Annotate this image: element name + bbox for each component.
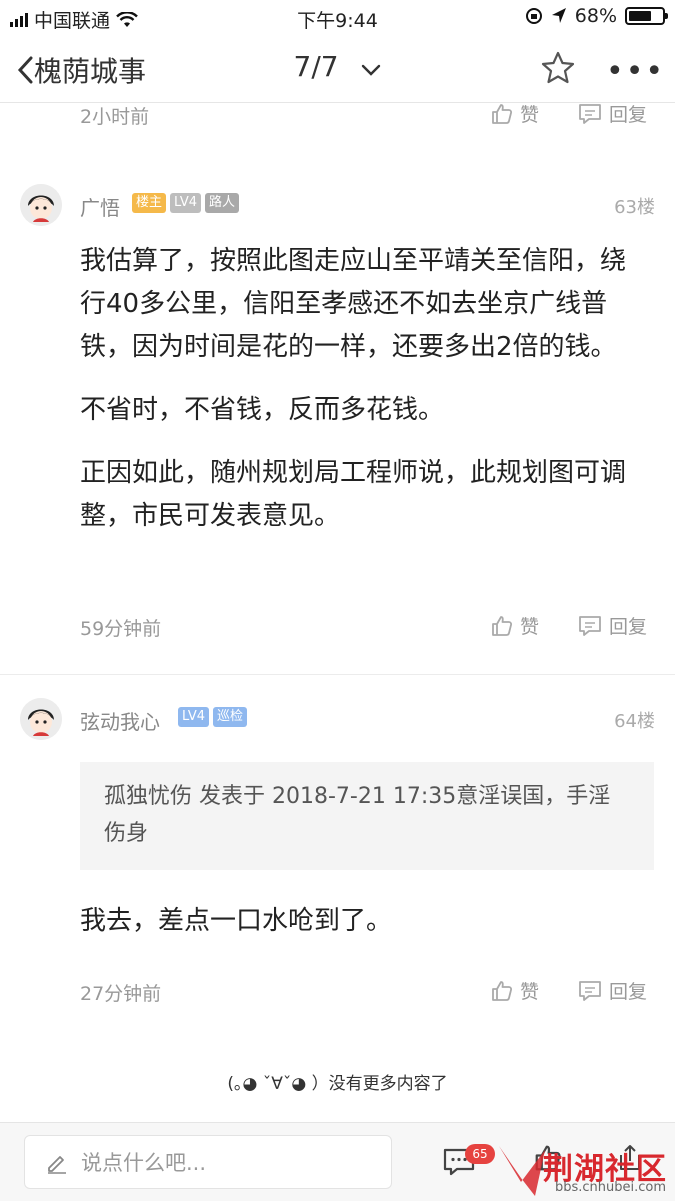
badge: LV4	[170, 193, 201, 213]
comment-icon	[579, 103, 601, 124]
badge: 路人	[205, 193, 240, 213]
avatar[interactable]	[20, 698, 62, 740]
post-paragraph: 我估算了，按照此图走应山至平靖关至信阳，绕行40多公里，信阳至孝感还不如去坐京广…	[80, 246, 627, 362]
prev-post-meta: 2小时前 赞 回复	[80, 102, 655, 132]
post-header: 广悟 楼主 LV4 路人 63楼	[20, 184, 655, 228]
post-meta: 27分钟前 赞 回复	[80, 979, 655, 1009]
reply-button[interactable]: 回复	[577, 612, 647, 639]
post-time: 2小时前	[80, 106, 150, 128]
navigation-bar: 槐荫城事 7/7 •••	[0, 36, 675, 103]
floor-number: 64楼	[614, 711, 655, 732]
badge: 巡检	[212, 707, 247, 727]
avatar[interactable]	[20, 184, 62, 226]
badge: LV4	[178, 707, 209, 727]
page-indicator: 7/7	[293, 50, 339, 83]
rotation-lock-icon	[525, 8, 542, 24]
avatar-face-icon	[20, 184, 62, 226]
end-of-list-text: (｡◕ ˇ∀ˇ◕ ）没有更多内容了	[227, 1074, 448, 1094]
location-icon	[551, 8, 566, 23]
pencil-icon	[48, 1156, 66, 1174]
user-badges: 楼主 LV4 路人	[132, 193, 240, 213]
username[interactable]: 广悟	[80, 192, 120, 221]
post-content: 我估算了，按照此图走应山至平靖关至信阳，绕行40多公里，信阳至孝感还不如去坐京广…	[80, 240, 640, 538]
quoted-reply: 孤独忧伤 发表于 2018-7-21 17:35意淫误国，手淫伤身	[80, 762, 654, 870]
comment-placeholder: 说点什么吧...	[81, 1151, 207, 1175]
reply-button[interactable]: 回复	[577, 100, 647, 127]
comment-count-badge: 65	[465, 1144, 495, 1164]
thumbs-up-icon	[492, 615, 513, 636]
like-button[interactable]: 赞	[490, 977, 539, 1004]
site-logo-icon	[499, 1146, 545, 1196]
post-paragraph: 我去，差点一口水呛到了。	[80, 906, 393, 936]
post-paragraph: 不省时，不省钱，反而多花钱。	[80, 395, 445, 425]
comment-icon	[579, 980, 601, 1001]
battery-level	[629, 11, 651, 21]
battery-icon	[625, 7, 668, 25]
reply-button[interactable]: 回复	[577, 977, 647, 1004]
status-bar: 中国联通 下午9:44 68%	[0, 0, 675, 36]
post-time: 27分钟前	[80, 983, 162, 1005]
post-time: 59分钟前	[80, 618, 162, 640]
thumbs-up-icon	[492, 103, 513, 124]
post-content: 我去，差点一口水呛到了。	[80, 900, 640, 943]
divider	[0, 674, 675, 675]
floor-number: 63楼	[614, 197, 655, 218]
more-options-icon[interactable]: •••	[606, 54, 665, 89]
post-header: 弦动我心 LV4 巡检 64楼	[20, 698, 655, 742]
username[interactable]: 弦动我心	[80, 706, 160, 735]
site-watermark: 荆湖社区 bbs.cnhubei.com	[495, 1142, 675, 1200]
comment-icon	[579, 615, 601, 636]
chevron-down-icon	[362, 64, 381, 76]
thumbs-up-icon	[492, 980, 513, 1001]
post-meta: 59分钟前 赞 回复	[80, 614, 655, 644]
comment-input[interactable]: 说点什么吧...	[24, 1135, 392, 1189]
avatar-face-icon	[20, 698, 62, 740]
battery-percent: 68%	[574, 5, 617, 27]
like-button[interactable]: 赞	[490, 100, 539, 127]
like-button[interactable]: 赞	[490, 612, 539, 639]
badge: 楼主	[132, 193, 167, 213]
post-paragraph: 正因如此，随州规划局工程师说，此规划图可调整，市民可发表意见。	[80, 458, 627, 531]
user-badges: LV4 巡检	[178, 707, 247, 727]
favorite-star-icon[interactable]	[540, 50, 576, 86]
watermark-url: bbs.cnhubei.com	[555, 1180, 667, 1195]
